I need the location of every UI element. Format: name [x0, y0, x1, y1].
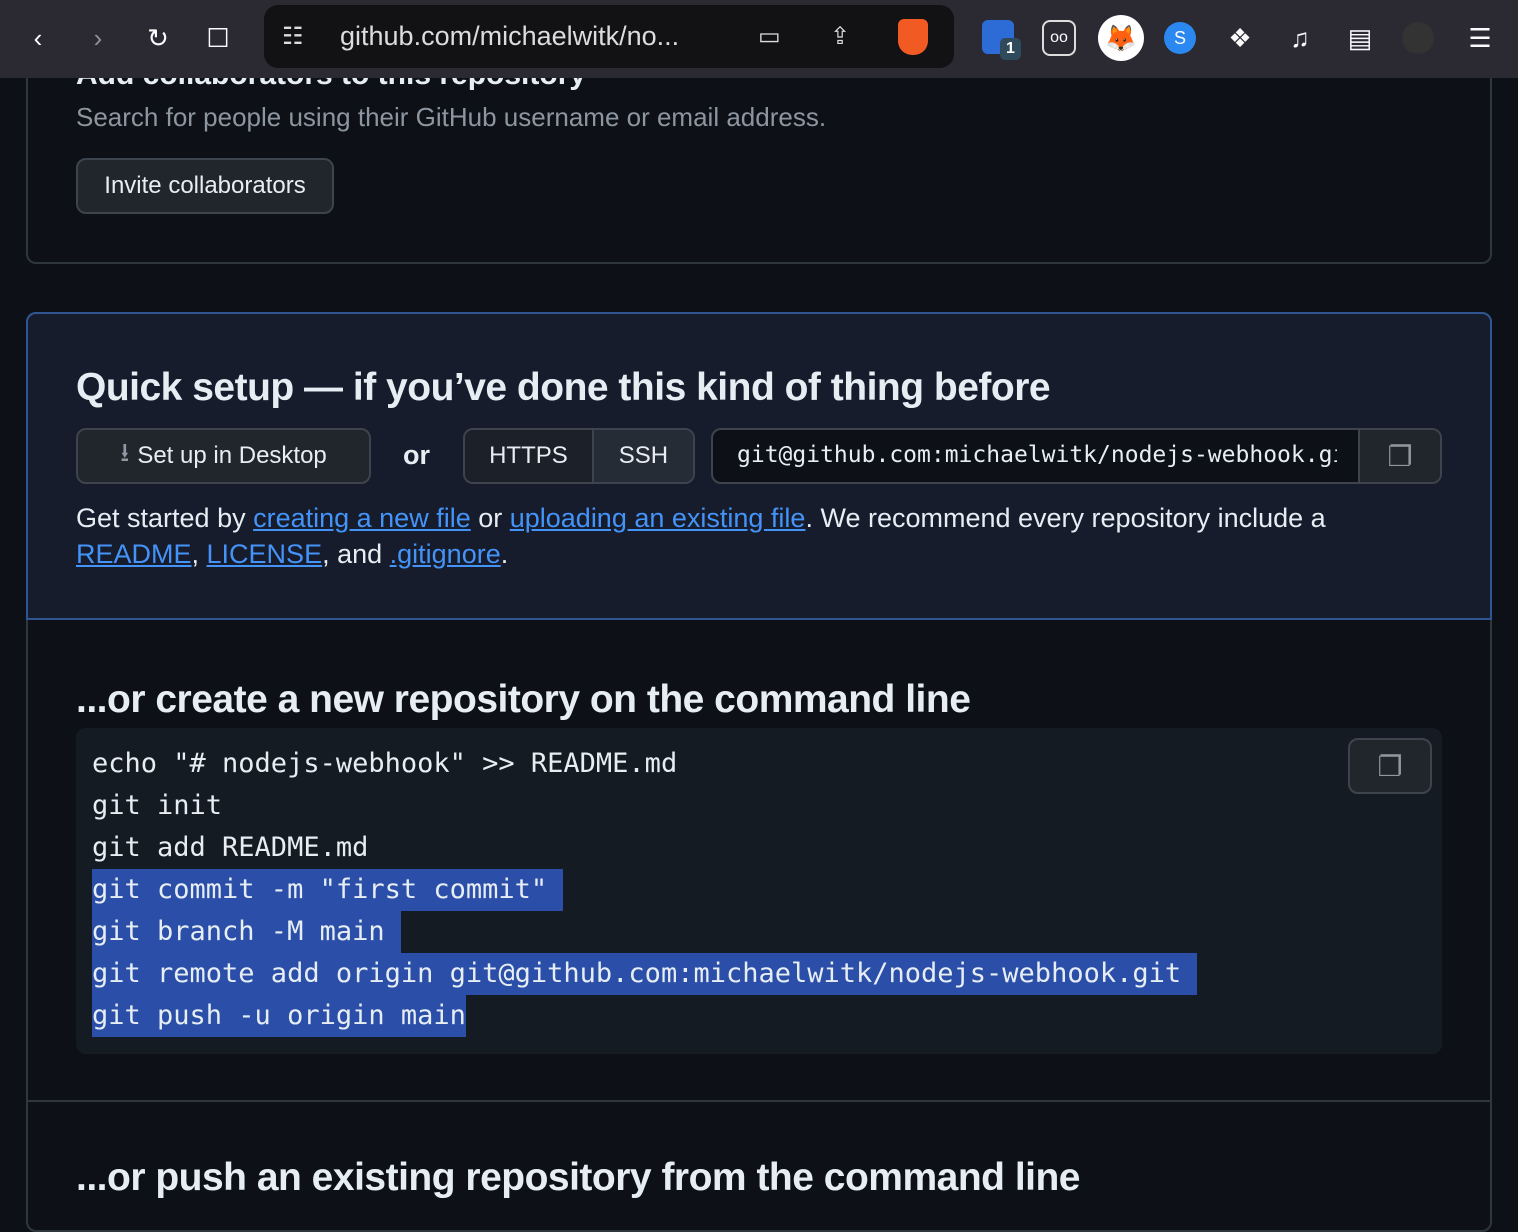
cli-code-block[interactable]: echo "# nodejs-webhook" >> README.md git… [76, 728, 1442, 1054]
quick-setup-title: Quick setup — if you’ve done this kind o… [76, 366, 1051, 409]
text: . We recommend every repository include … [805, 503, 1326, 533]
clone-url-field[interactable]: git@github.com:michaelwitk/nodejs-webhoo… [711, 428, 1442, 484]
url-text: github.com/michaelwitk/no... [340, 21, 680, 51]
code-line-selected: git push -u origin main [92, 995, 466, 1037]
copy-icon: ❐ [1377, 750, 1403, 782]
cast-icon[interactable]: ▭ [758, 22, 781, 51]
code-line-selected: git remote add origin git@github.com:mic… [92, 953, 1198, 995]
media-icon[interactable]: ♫ [1282, 20, 1318, 56]
or-text: or [403, 440, 430, 470]
license-link[interactable]: LICENSE [207, 539, 323, 569]
site-settings-icon[interactable]: ☷ [282, 22, 304, 51]
extension-badge: 1 [1000, 38, 1021, 60]
shazam-icon[interactable]: S [1164, 22, 1196, 54]
getting-started-text: Get started by creating a new file or up… [76, 500, 1456, 572]
reader-extension-icon[interactable]: oo [1042, 20, 1076, 56]
share-icon[interactable]: ⇪ [830, 22, 850, 51]
text: Get started by [76, 503, 254, 533]
invite-collaborators-button[interactable]: Invite collaborators [76, 158, 334, 214]
protocol-toggle: HTTPS SSH [463, 428, 695, 484]
gitignore-link[interactable]: .gitignore [390, 539, 501, 569]
text: , [191, 539, 207, 569]
back-icon[interactable]: ‹ [20, 20, 56, 56]
forward-icon[interactable]: › [80, 20, 116, 56]
https-tab[interactable]: HTTPS [465, 430, 594, 482]
code-line: git add README.md [92, 832, 369, 863]
collaborators-subtitle: Search for people using their GitHub use… [76, 102, 827, 132]
desktop-download-icon: ⭳ [120, 437, 130, 467]
menu-icon[interactable]: ☰ [1462, 20, 1498, 56]
setup-desktop-label: Set up in Desktop [137, 442, 327, 469]
text: . [500, 539, 509, 569]
brave-shields-icon[interactable] [898, 18, 928, 55]
code-line: echo "# nodejs-webhook" >> README.md [92, 748, 678, 779]
browser-toolbar: ‹ › ↻ ☐ ☷ github.com/michaelwitk/no... ▭… [0, 0, 1518, 78]
code-line: git init [92, 790, 223, 821]
text: or [470, 503, 510, 533]
bookmark-icon[interactable]: ☐ [200, 20, 236, 56]
setup-desktop-button[interactable]: ⭳ Set up in Desktop [76, 428, 371, 484]
ssh-tab[interactable]: SSH [593, 430, 693, 482]
code-line-selected: git branch -M main [92, 911, 401, 953]
create-new-file-link[interactable]: creating a new file [253, 503, 471, 533]
readme-link[interactable]: README [76, 539, 192, 569]
address-bar[interactable]: ☷ github.com/michaelwitk/no... ▭ ⇪ [264, 5, 954, 68]
code-line-selected: git commit -m "first commit" [92, 869, 564, 911]
copy-url-button[interactable]: ❐ [1358, 430, 1440, 482]
copy-icon: ❐ [1387, 440, 1413, 472]
extensions-icon[interactable]: ❖ [1222, 20, 1258, 56]
wallet-icon[interactable]: ▤ [1342, 20, 1378, 56]
section-divider [28, 1100, 1490, 1102]
profile-avatar[interactable] [1402, 22, 1434, 54]
push-title: ...or push an existing repository from t… [76, 1156, 1081, 1199]
text: , and [322, 539, 390, 569]
reload-icon[interactable]: ↻ [140, 20, 176, 56]
upload-file-link[interactable]: uploading an existing file [510, 503, 806, 533]
clone-url-text: git@github.com:michaelwitk/nodejs-webhoo… [737, 442, 1337, 468]
copy-commands-button[interactable]: ❐ [1348, 738, 1432, 794]
cli-title: ...or create a new repository on the com… [76, 678, 971, 721]
metamask-icon[interactable]: 🦊 [1098, 15, 1144, 61]
